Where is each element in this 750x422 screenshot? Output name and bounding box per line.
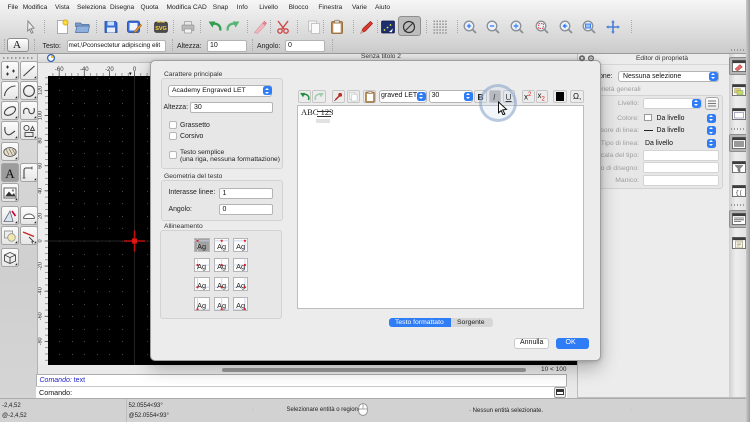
svg-text:Ag: Ag [197,281,206,290]
svg-text:SVG: SVG [155,26,167,32]
svg-text:120: 120 [38,86,43,95]
svg-text:-20: -20 [38,262,43,270]
svg-text:-80: -80 [38,337,43,345]
svg-text:A: A [5,166,15,181]
svg-text:-40: -40 [38,287,43,295]
svg-text:20: 20 [38,213,43,219]
svg-text:Ag: Ag [197,242,206,251]
svg-text:Ag: Ag [217,281,226,290]
svg-text:Ag: Ag [197,262,206,271]
svg-text:80: 80 [38,138,43,144]
svg-text:Ag: Ag [236,301,245,310]
svg-text:100: 100 [38,111,43,120]
svg-text:-60: -60 [38,312,43,320]
svg-text:60: 60 [38,163,43,169]
svg-text:Ag: Ag [236,242,245,251]
svg-text:40: 40 [38,188,43,194]
svg-text:0: 0 [38,239,43,242]
svg-text:Ag: Ag [236,281,245,290]
svg-text:Ag: Ag [217,242,226,251]
svg-text:Ag: Ag [217,262,226,271]
svg-text:Ag: Ag [236,262,245,271]
svg-text:{(: {( [735,190,742,197]
svg-text:Ag: Ag [197,301,206,310]
